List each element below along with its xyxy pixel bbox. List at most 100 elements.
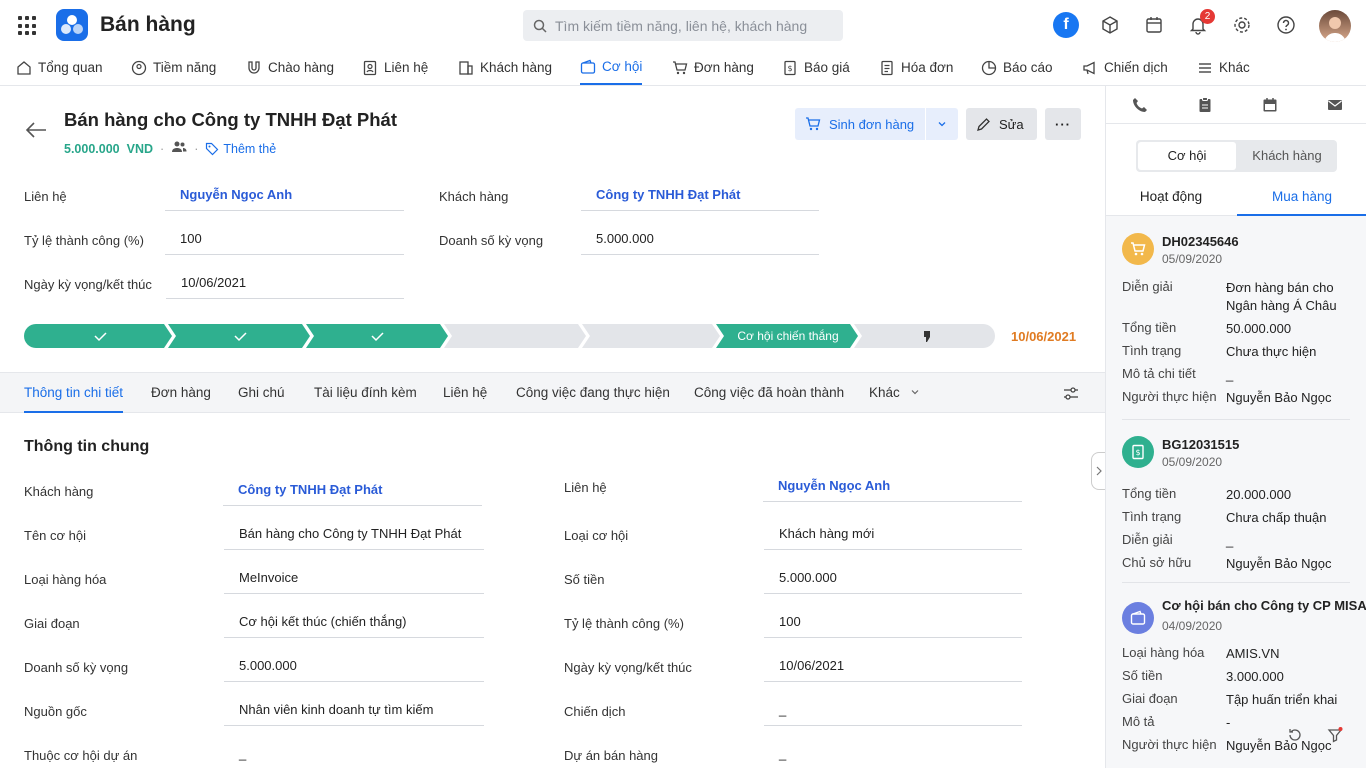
calendar-icon[interactable]	[1141, 12, 1167, 38]
item-row: Tổng tiền 20.000.000	[1122, 486, 1352, 504]
back-arrow-icon[interactable]	[24, 118, 48, 145]
nav-item-opportunities[interactable]: Cơ hội	[580, 50, 643, 85]
item-key: Tình trạng	[1122, 509, 1182, 524]
search-input[interactable]: Tìm kiếm tiềm năng, liên hệ, khách hàng	[523, 10, 843, 41]
general-revenue-field[interactable]: 5.000.000	[224, 655, 484, 682]
user-avatar[interactable]	[1319, 10, 1351, 42]
record-currency: VND	[126, 141, 154, 156]
settings-sliders-icon[interactable]	[1062, 385, 1080, 406]
stage-won-label: Cơ hội chiến thắng	[737, 329, 839, 343]
item-row: Người thực hiện Nguyễn Bảo Ngọc	[1122, 737, 1352, 755]
facebook-icon[interactable]: f	[1053, 12, 1079, 38]
invoice-icon	[881, 60, 893, 75]
field-label: Khách hàng	[439, 189, 509, 204]
history-icon[interactable]	[1282, 722, 1308, 748]
tab-purchases[interactable]: Mua hàng	[1237, 180, 1366, 216]
tab-tasks-open[interactable]: Công việc đang thực hiện	[516, 373, 670, 413]
collapse-panel-button[interactable]	[1091, 452, 1105, 490]
project-opportunity-field[interactable]: _	[224, 743, 484, 768]
nav-label: Chào hàng	[268, 60, 335, 75]
item-key: Người thực hiện	[1122, 737, 1217, 752]
item-value: 3.000.000	[1226, 669, 1284, 684]
tab-orders[interactable]: Đơn hàng	[151, 373, 211, 413]
pencil-icon	[977, 117, 990, 131]
detail-tabs: Thông tin chi tiết Đơn hàng Ghi chú Tài …	[0, 372, 1105, 413]
tab-tasks-done[interactable]: Công việc đã hoàn thành	[694, 373, 844, 413]
stage-2[interactable]	[168, 324, 310, 348]
create-order-label: Sinh đơn hàng	[829, 116, 915, 132]
stage-5[interactable]	[582, 324, 720, 348]
tab-more[interactable]: Khác	[869, 373, 920, 413]
general-contact-field[interactable]: Nguyễn Ngọc Anh	[763, 475, 1022, 502]
sales-project-field[interactable]: _	[764, 743, 1022, 768]
item-key: Loại hàng hóa	[1122, 645, 1205, 660]
side-segment-control: Cơ hội Khách hàng	[1136, 140, 1337, 172]
help-icon[interactable]	[1273, 12, 1299, 38]
general-date-field[interactable]: 10/06/2021	[764, 655, 1022, 682]
people-icon[interactable]	[171, 140, 187, 157]
nav-label: Chiến dịch	[1104, 60, 1168, 75]
campaign-field[interactable]: _	[764, 699, 1022, 726]
nav-item-invoices[interactable]: Hóa đơn	[879, 50, 953, 85]
amount-field[interactable]: 5.000.000	[764, 567, 1022, 594]
create-order-dropdown[interactable]	[926, 108, 958, 140]
product-type-field[interactable]: MeInvoice	[224, 567, 484, 594]
phone-icon[interactable]	[1131, 96, 1149, 117]
box-icon[interactable]	[1097, 12, 1123, 38]
item-row: Số tiền 3.000.000	[1122, 668, 1352, 686]
section-title: Thông tin chung	[24, 438, 150, 455]
item-key: Tổng tiền	[1122, 320, 1177, 335]
general-rate-field[interactable]: 100	[764, 611, 1022, 638]
add-tag-button[interactable]: Thêm thẻ	[205, 142, 276, 156]
clipboard-icon[interactable]	[1196, 96, 1214, 117]
menu-icon	[1199, 62, 1211, 73]
stage-4[interactable]	[444, 324, 586, 348]
nav-item-reports[interactable]: Báo cáo	[981, 50, 1053, 85]
building-icon	[459, 60, 473, 75]
stage-field[interactable]: Cơ hội kết thúc (chiến thắng)	[224, 611, 484, 638]
mail-icon[interactable]	[1326, 96, 1344, 117]
tab-attachments[interactable]: Tài liệu đính kèm	[314, 373, 417, 413]
tab-contacts[interactable]: Liên hệ	[443, 373, 487, 413]
gear-icon[interactable]	[1229, 12, 1255, 38]
opportunity-name-field[interactable]: Bán hàng cho Công ty TNHH Đạt Phát	[224, 523, 484, 550]
nav-item-campaigns[interactable]: Chiến dịch	[1082, 50, 1168, 85]
opportunity-type-field[interactable]: Khách hàng mới	[764, 523, 1022, 550]
item-key: Giai đoạn	[1122, 691, 1178, 706]
stage-1[interactable]	[24, 324, 172, 348]
filter-icon[interactable]	[1322, 722, 1348, 748]
tab-notes[interactable]: Ghi chú	[238, 373, 285, 413]
divider	[1122, 582, 1350, 583]
customer-field[interactable]: Công ty TNHH Đạt Phát	[581, 184, 819, 211]
app-launcher-icon[interactable]	[18, 16, 38, 36]
nav-item-contacts[interactable]: Liên hệ	[362, 50, 428, 85]
segment-customer[interactable]: Khách hàng	[1239, 142, 1335, 170]
item-row: Tổng tiền 50.000.000	[1122, 320, 1352, 338]
field-label: Tỷ lệ thành công (%)	[24, 233, 144, 248]
stage-3[interactable]	[306, 324, 448, 348]
general-customer-field[interactable]: Công ty TNHH Đạt Phát	[223, 479, 482, 506]
create-order-button[interactable]: Sinh đơn hàng	[795, 108, 925, 140]
contact-field[interactable]: Nguyễn Ngọc Anh	[165, 184, 404, 211]
nav-item-customers[interactable]: Khách hàng	[458, 50, 552, 85]
item-key: Mô tả chi tiết	[1122, 366, 1196, 381]
nav-item-offers[interactable]: Chào hàng	[246, 50, 334, 85]
tab-activities[interactable]: Hoạt động	[1106, 180, 1236, 216]
expected-revenue-field[interactable]: 5.000.000	[581, 228, 819, 255]
success-rate-field[interactable]: 100	[165, 228, 404, 255]
tab-details[interactable]: Thông tin chi tiết	[24, 373, 124, 413]
source-field[interactable]: Nhân viên kinh doanh tự tìm kiếm	[224, 699, 484, 726]
nav-item-overview[interactable]: Tổng quan	[16, 50, 103, 85]
segment-opportunity[interactable]: Cơ hội	[1138, 142, 1236, 170]
nav-item-orders[interactable]: Đơn hàng	[672, 50, 754, 85]
nav-label: Tổng quan	[38, 60, 103, 75]
field-label: Ngày kỳ vọng/kết thúc	[564, 660, 692, 675]
expected-date-field[interactable]: 10/06/2021	[166, 272, 404, 299]
edit-button[interactable]: Sửa	[966, 108, 1037, 140]
more-options-icon[interactable]: ···	[1045, 108, 1081, 140]
nav-item-leads[interactable]: Tiềm năng	[131, 50, 216, 85]
nav-label: Khách hàng	[480, 60, 553, 75]
nav-item-quotes[interactable]: $ Báo giá	[782, 50, 850, 85]
calendar-icon[interactable]	[1261, 96, 1279, 117]
nav-item-more[interactable]: Khác	[1197, 50, 1250, 85]
